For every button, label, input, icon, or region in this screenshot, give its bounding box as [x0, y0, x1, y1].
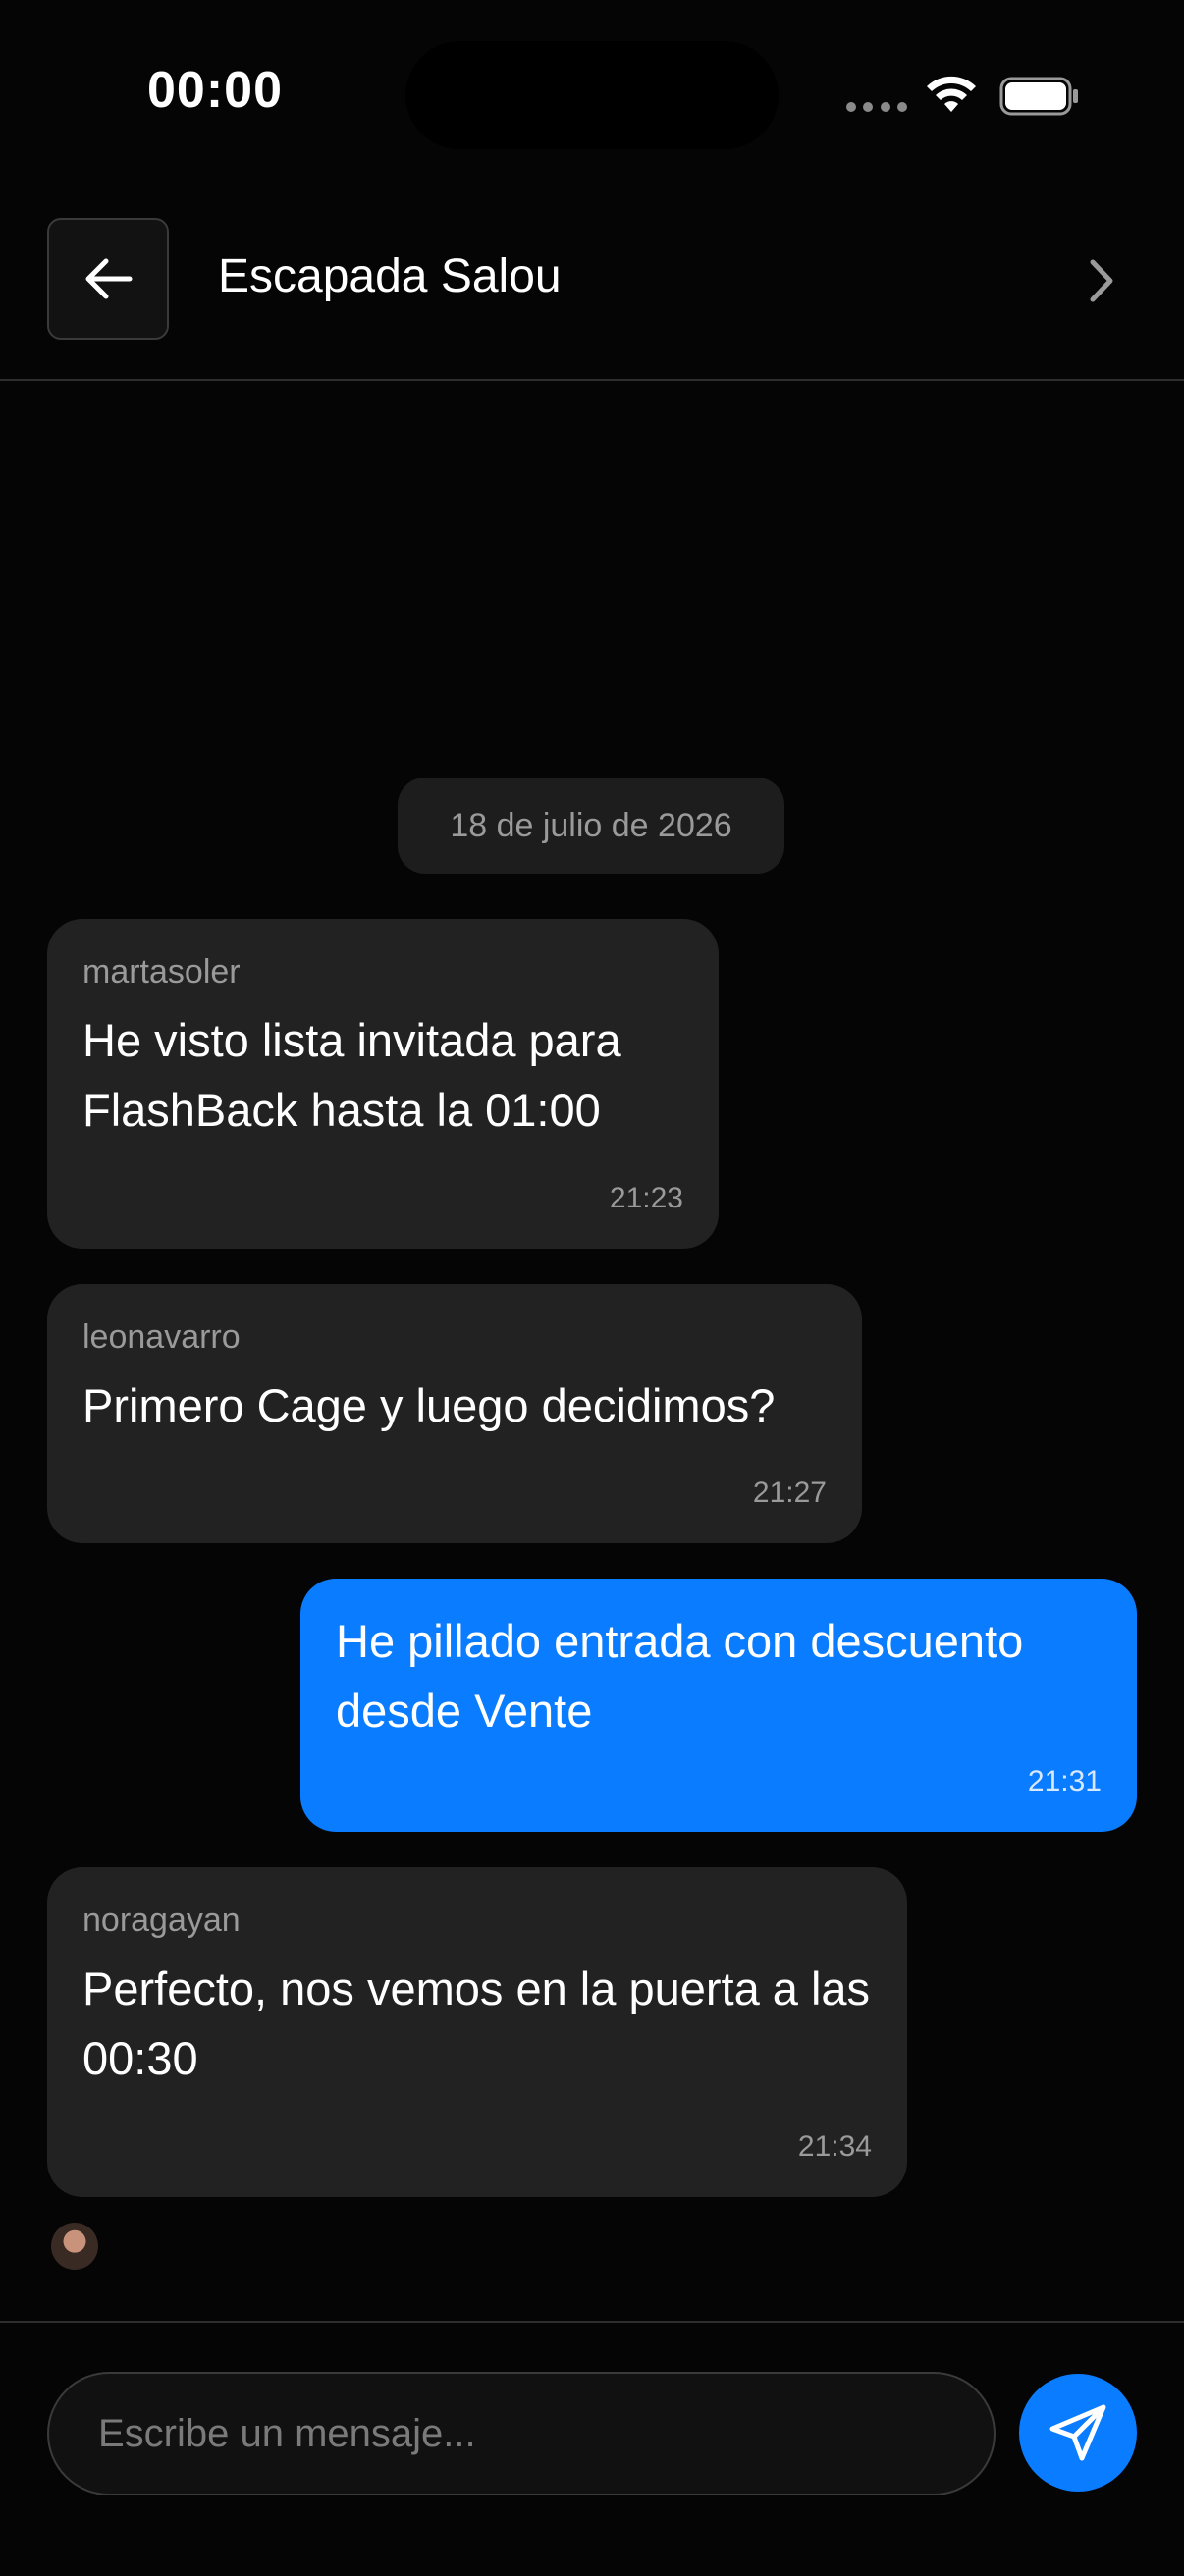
message-bubble-incoming[interactable]: martasoler He visto lista invitada para …	[47, 919, 719, 1249]
cellular-signal-icon	[846, 102, 907, 114]
message-sender: leonavarro	[82, 1318, 241, 1356]
message-list[interactable]: 18 de julio de 2026 martasoler He visto …	[0, 381, 1184, 2323]
back-button[interactable]	[47, 218, 169, 340]
message-bubble-incoming[interactable]: leonavarro Primero Cage y luego decidimo…	[47, 1284, 862, 1543]
date-separator: 18 de julio de 2026	[398, 778, 784, 874]
chevron-right-icon	[1090, 259, 1113, 302]
send-button[interactable]	[1019, 2374, 1137, 2492]
battery-icon	[999, 77, 1078, 116]
chat-title[interactable]: Escapada Salou	[218, 249, 562, 303]
message-sender: martasoler	[82, 953, 241, 991]
message-bubble-outgoing[interactable]: He pillado entrada con descuento desde V…	[300, 1579, 1137, 1832]
chat-header: Escapada Salou	[0, 187, 1184, 381]
wifi-icon	[927, 76, 976, 112]
send-icon	[1049, 2404, 1106, 2461]
message-time: 21:27	[752, 1476, 827, 1509]
chat-details-button[interactable]	[1076, 251, 1127, 310]
message-text: He visto lista invitada para FlashBack h…	[82, 1014, 621, 1136]
status-bar: 00:00	[0, 0, 1184, 187]
message-time: 21:34	[797, 2130, 872, 2163]
message-bubble-incoming[interactable]: noragayan Perfecto, nos vemos en la puer…	[47, 1867, 907, 2197]
message-text: He pillado entrada con descuento desde V…	[336, 1615, 1024, 1737]
message-text: Primero Cage y luego decidimos?	[82, 1379, 776, 1431]
message-text: Perfecto, nos vemos en la puerta a las 0…	[82, 1962, 871, 2084]
status-time: 00:00	[147, 62, 283, 119]
message-input[interactable]	[47, 2372, 996, 2496]
read-receipt-avatar	[51, 2223, 98, 2270]
dynamic-island	[405, 41, 779, 149]
arrow-left-icon	[85, 258, 133, 299]
message-composer	[0, 2321, 1184, 2576]
message-sender: noragayan	[82, 1902, 241, 1939]
message-time: 21:31	[1027, 1765, 1102, 1798]
message-time: 21:23	[609, 1182, 683, 1214]
